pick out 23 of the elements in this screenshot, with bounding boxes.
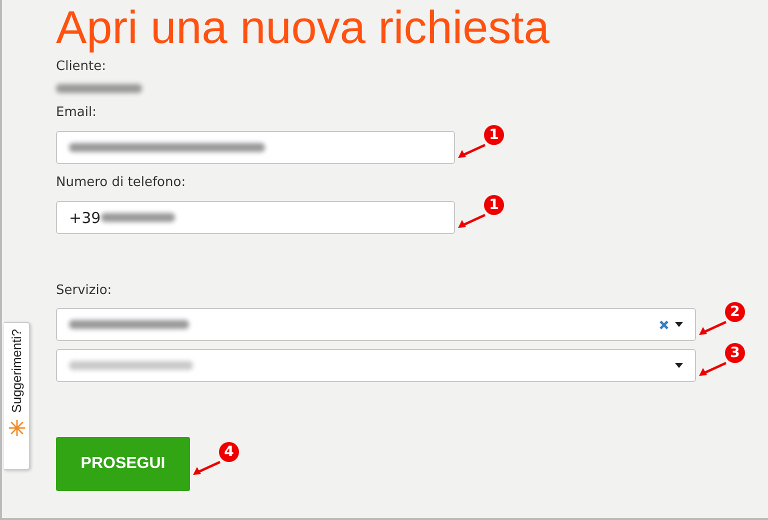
arrow-icon	[698, 359, 728, 379]
sparkle-icon	[8, 418, 26, 437]
callout-badge: 1	[484, 125, 504, 145]
field-label: Email:	[56, 104, 98, 122]
arrow-icon	[457, 211, 487, 231]
select-field[interactable]	[56, 349, 696, 382]
callout-badge: 1	[484, 195, 504, 215]
callout-badge: 3	[725, 343, 745, 363]
field-label: Numero di telefono:	[56, 174, 187, 192]
callout-badge: 4	[219, 442, 239, 462]
arrow-icon	[698, 318, 728, 338]
callout-badge: 2	[725, 302, 745, 322]
arrow-icon	[457, 141, 487, 161]
phone-field[interactable]: +39	[56, 201, 455, 234]
select-field[interactable]	[56, 308, 696, 341]
page-title: Apri una nuova richiesta	[56, 0, 551, 54]
caret-icon	[675, 322, 683, 327]
field-label: Servizio:	[56, 282, 113, 300]
caret-icon	[675, 363, 683, 368]
email-field[interactable]	[56, 131, 455, 164]
clear-icon[interactable]	[659, 320, 669, 330]
field-label: Cliente:	[56, 58, 108, 76]
feedback-tab[interactable]: Suggerimenti?	[4, 322, 30, 470]
